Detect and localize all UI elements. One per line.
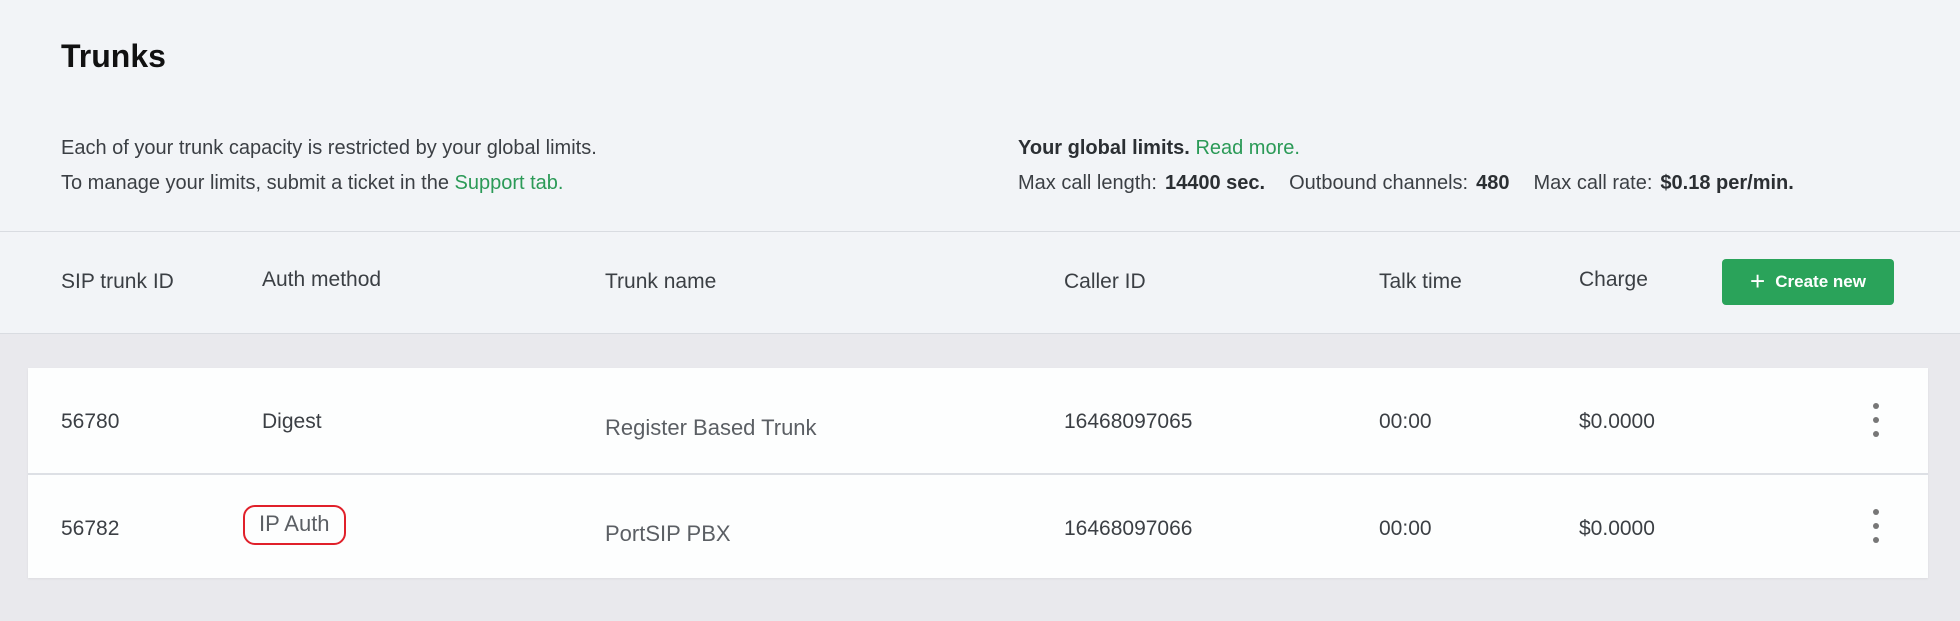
cell-sip-trunk-id: 56780 [61,410,120,433]
max-call-length-label: Max call length: [1018,172,1157,194]
column-sip-trunk-id: SIP trunk ID [61,270,174,293]
create-new-button[interactable]: + Create new [1722,259,1894,305]
outbound-channels-value: 480 [1476,172,1510,194]
trunks-table: 56780 Digest Register Based Trunk 164680… [28,368,1928,578]
max-call-rate-label: Max call rate: [1533,172,1653,194]
cell-trunk-name: PortSIP PBX [605,521,731,546]
cell-auth-method: Digest [262,410,322,433]
support-tab-link[interactable]: Support tab. [455,172,564,194]
create-new-label: Create new [1775,272,1866,291]
read-more-link[interactable]: Read more. [1195,137,1300,159]
cell-talk-time: 00:00 [1379,410,1432,433]
row-actions-menu-icon[interactable] [1866,403,1886,437]
page-header: Trunks Each of your trunk capacity is re… [0,0,1960,232]
global-limits-values: Max call length: 14400 sec. Outbound chann… [1018,166,1794,201]
cell-talk-time: 00:00 [1379,517,1432,540]
capacity-info-line2: To manage your limits, submit a ticket i… [61,166,597,201]
capacity-info-line2-text: To manage your limits, submit a ticket i… [61,172,449,194]
page-title: Trunks [61,38,166,74]
column-charge: Charge [1579,268,1648,291]
column-caller-id: Caller ID [1064,270,1146,293]
cell-caller-id: 16468097066 [1064,517,1193,540]
plus-icon: + [1750,265,1766,296]
row-actions-menu-icon[interactable] [1866,509,1886,543]
capacity-info-line1: Each of your trunk capacity is restricte… [61,137,597,159]
cell-caller-id: 16468097065 [1064,410,1193,433]
global-limits: Your global limits. Read more. Max call … [1018,131,1794,201]
cell-charge: $0.0000 [1579,517,1655,540]
cell-sip-trunk-id: 56782 [61,517,120,540]
cell-charge: $0.0000 [1579,410,1655,433]
cell-auth-method-highlighted: IP Auth [243,505,346,545]
global-limits-heading: Your global limits. Read more. [1018,131,1794,166]
capacity-info: Each of your trunk capacity is restricte… [61,131,597,201]
outbound-channels-label: Outbound channels: [1289,172,1469,194]
table-row[interactable]: 56782 IP Auth PortSIP PBX 16468097066 00… [28,473,1928,578]
table-row[interactable]: 56780 Digest Register Based Trunk 164680… [28,368,1928,473]
global-limits-title: Your global limits. [1018,137,1190,159]
column-auth-method: Auth method [262,268,382,291]
max-call-rate-value: $0.18 per/min. [1660,172,1794,194]
cell-trunk-name: Register Based Trunk [605,415,817,440]
table-header: SIP trunk ID Auth method Trunk name Call… [0,232,1960,334]
column-talk-time: Talk time [1379,270,1462,293]
column-trunk-name: Trunk name [605,270,717,293]
max-call-length-value: 14400 sec. [1164,172,1266,194]
